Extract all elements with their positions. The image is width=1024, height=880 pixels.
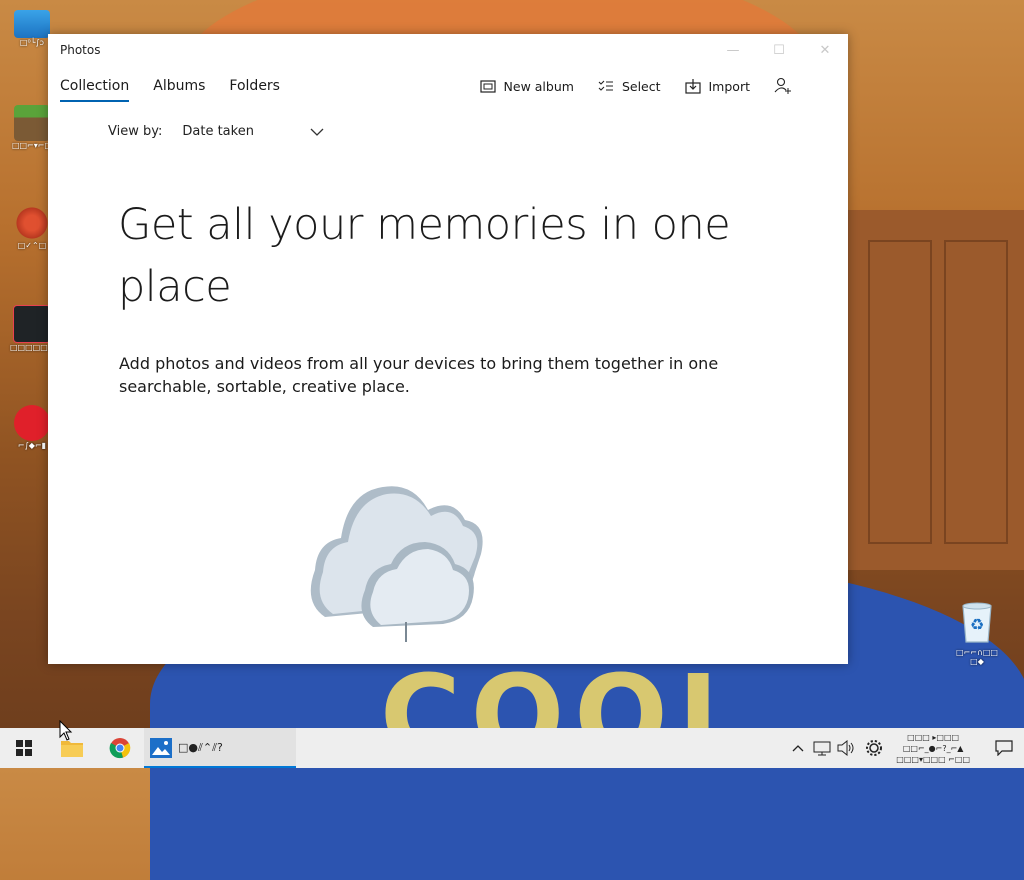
- valorant-icon: [13, 305, 51, 343]
- select-icon: [598, 80, 613, 91]
- photos-app-icon: [150, 738, 172, 758]
- tab-folders[interactable]: Folders: [229, 72, 280, 100]
- import-button[interactable]: Import: [684, 78, 751, 94]
- nav-bar: Collection Albums Folders New album Sele…: [48, 66, 848, 106]
- view-by-label: View by:: [108, 124, 163, 139]
- view-by-control: View by: Date taken: [108, 124, 324, 139]
- new-album-label: New album: [503, 78, 574, 94]
- photos-window: Photos — ☐ ✕ Collection Albums Folders N…: [48, 34, 848, 664]
- chrome-icon: [109, 738, 131, 759]
- empty-state-headline: Get all your memories in one place: [118, 200, 731, 312]
- network-icon[interactable]: [810, 728, 834, 768]
- empty-state-description: Add photos and videos from all your devi…: [119, 354, 719, 396]
- clock-line-1: □□□ ▸□□□: [907, 732, 960, 742]
- volume-icon[interactable]: [834, 728, 858, 768]
- action-center-button[interactable]: [984, 728, 1024, 768]
- chevron-up-icon[interactable]: [786, 728, 810, 768]
- select-label: Select: [621, 78, 661, 94]
- start-button[interactable]: [0, 728, 48, 768]
- notification-icon: [995, 740, 1013, 756]
- windows-logo-icon: [16, 740, 32, 756]
- wallpaper-cabinet: [848, 210, 1024, 570]
- add-person-button[interactable]: [774, 77, 800, 95]
- photos-taskbar-label: □●⫽⌃⫽?: [178, 741, 223, 754]
- tab-albums[interactable]: Albums: [153, 72, 205, 100]
- import-icon: [684, 78, 701, 94]
- minecraft-icon: [14, 105, 50, 141]
- select-button[interactable]: Select: [598, 79, 661, 94]
- settings-gear-icon[interactable]: [862, 728, 886, 768]
- clock-line-3: □□□▾□□□ ⌐□□: [896, 754, 970, 764]
- monitor-icon: [14, 10, 50, 38]
- chrome-button[interactable]: [96, 728, 144, 768]
- taskbar-clock[interactable]: □□□ ▸□□□ □□⌐_●⌐?_⌐▲ □□□▾□□□ ⌐□□: [896, 732, 970, 765]
- clock-line-2: □□⌐_●⌐?_⌐▲: [902, 743, 964, 753]
- tab-collection[interactable]: Collection: [60, 72, 130, 102]
- app-icon-red: [14, 205, 50, 241]
- cloud-illustration: [310, 486, 483, 642]
- new-album-button[interactable]: New album: [479, 78, 574, 94]
- photos-taskbar-button[interactable]: □●⫽⌃⫽?: [144, 728, 296, 768]
- minimize-button[interactable]: —: [710, 34, 756, 66]
- add-person-icon: [774, 77, 791, 94]
- view-by-value: Date taken: [182, 124, 254, 139]
- system-tray: □□□ ▸□□□ □□⌐_●⌐?_⌐▲ □□□▾□□□ ⌐□□: [786, 728, 1024, 768]
- svg-text:♻: ♻: [970, 615, 984, 634]
- view-by-dropdown[interactable]: Date taken: [182, 124, 324, 139]
- riot-icon: [14, 405, 50, 441]
- close-button[interactable]: ✕: [802, 34, 848, 66]
- import-label: Import: [708, 78, 751, 94]
- title-bar[interactable]: Photos — ☐ ✕: [48, 34, 848, 66]
- maximize-button[interactable]: ☐: [756, 34, 802, 66]
- taskbar: □●⫽⌃⫽? □□□ ▸□□□ □□⌐_●⌐?_⌐▲ □□□▾□□□ ⌐□□: [0, 728, 1024, 768]
- mouse-cursor-icon: [59, 720, 73, 741]
- chevron-down-icon: [310, 128, 324, 136]
- recycle-bin-icon: ♻: [962, 602, 992, 643]
- desktop-icon-recycle-bin[interactable]: ♻ □⌐⌐∩□□ □◆: [950, 600, 1004, 666]
- window-title: Photos: [60, 43, 101, 57]
- new-album-icon: [479, 80, 496, 93]
